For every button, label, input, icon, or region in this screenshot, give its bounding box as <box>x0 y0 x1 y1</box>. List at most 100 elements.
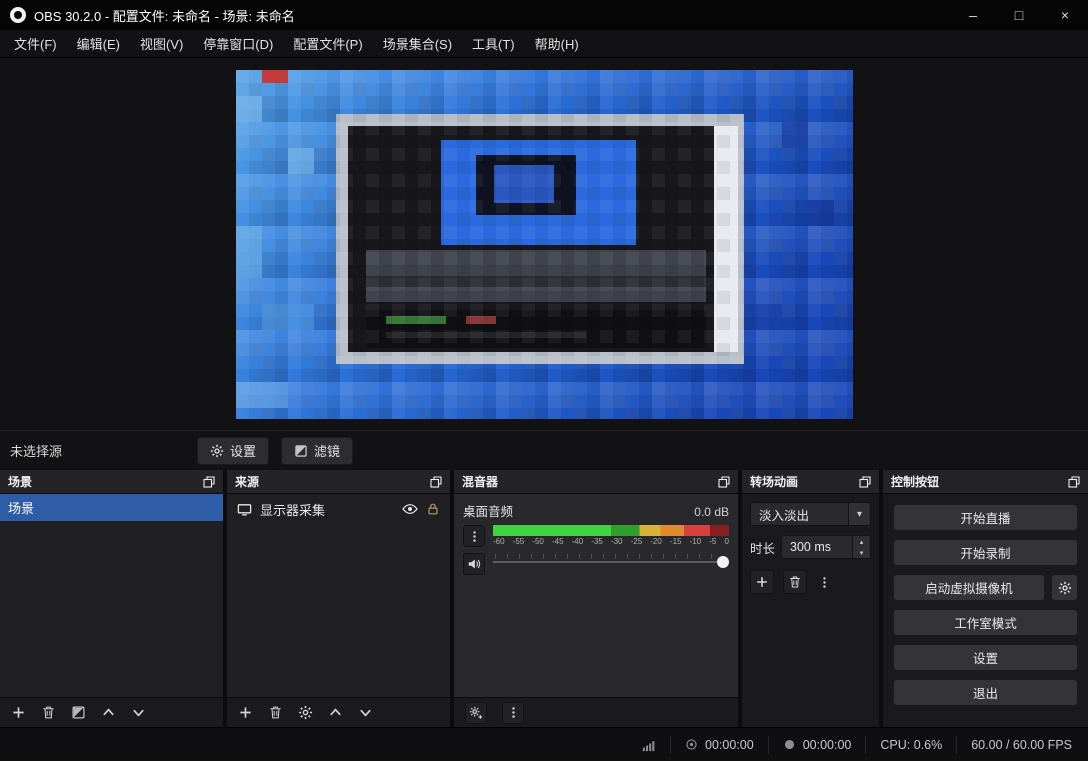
controls-dock-header: 控制按钮 <box>883 470 1088 494</box>
no-source-label: 未选择源 <box>10 441 62 460</box>
titlebar-left: OBS 30.2.0 - 配置文件: 未命名 - 场景: 未命名 <box>0 6 950 25</box>
exit-button[interactable]: 退出 <box>893 679 1078 706</box>
move-scene-up-button[interactable] <box>101 705 116 720</box>
source-properties-button[interactable]: 设置 <box>197 437 269 465</box>
mute-button[interactable] <box>463 553 485 575</box>
scenes-toolbar <box>0 697 223 727</box>
titlebar: OBS 30.2.0 - 配置文件: 未命名 - 场景: 未命名 – □ × <box>0 0 1088 30</box>
sources-dock: 来源 显示器采集 <box>227 470 450 727</box>
scenes-list: 场景 <box>0 494 223 697</box>
volume-fader[interactable] <box>493 553 729 569</box>
duration-increase-button[interactable]: ▴ <box>853 536 870 547</box>
preview-video <box>236 70 853 419</box>
menu-file[interactable]: 文件(F) <box>4 30 67 57</box>
controls-body: 开始直播 开始录制 启动虚拟摄像机 工作室模式 设置 退出 <box>883 494 1088 727</box>
mixer-level-db: 0.0 dB <box>694 505 729 519</box>
transition-properties-button[interactable] <box>816 570 832 594</box>
display-capture-icon <box>237 502 252 517</box>
mixer-channel-config-button[interactable] <box>463 525 485 547</box>
mixer-dock-header: 混音器 <box>454 470 738 494</box>
stream-status-icon <box>685 738 698 751</box>
source-filters-button[interactable]: 滤镜 <box>281 437 353 465</box>
source-properties-gear-button[interactable] <box>298 705 313 720</box>
close-button[interactable]: × <box>1042 0 1088 30</box>
dots-vertical-icon <box>468 530 481 543</box>
transitions-dock-title: 转场动画 <box>750 473 798 490</box>
record-dot-icon <box>783 738 796 751</box>
add-transition-button[interactable] <box>750 570 774 594</box>
transition-select[interactable]: 淡入淡出 ▾ <box>750 502 871 526</box>
advanced-audio-properties-button[interactable] <box>465 702 487 724</box>
duration-spinbox[interactable]: 300 ms ▴ ▾ <box>781 535 871 559</box>
obs-logo-icon <box>10 7 26 23</box>
add-source-button[interactable] <box>238 705 253 720</box>
popout-icon[interactable] <box>430 476 442 488</box>
stream-time: 00:00:00 <box>705 738 754 752</box>
window-title: OBS 30.2.0 - 配置文件: 未命名 - 场景: 未命名 <box>34 6 295 25</box>
gear-icon <box>1058 581 1072 595</box>
popout-icon[interactable] <box>859 476 871 488</box>
menu-tools[interactable]: 工具(T) <box>462 30 525 57</box>
scenes-dock-title: 场景 <box>8 473 32 490</box>
mixer-dock-title: 混音器 <box>462 473 498 490</box>
move-source-down-button[interactable] <box>358 705 373 720</box>
mixer-body: 桌面音频 0.0 dB -60 -55 -50 <box>454 494 738 697</box>
scale-tick: -55 <box>513 538 525 546</box>
chevron-down-icon[interactable]: ▾ <box>848 503 870 525</box>
menu-edit[interactable]: 编辑(E) <box>67 30 130 57</box>
menu-scene-collection[interactable]: 场景集合(S) <box>373 30 462 57</box>
transitions-dock-header: 转场动画 <box>742 470 879 494</box>
transitions-body: 淡入淡出 ▾ 时长 300 ms ▴ ▾ <box>742 494 879 727</box>
lock-icon[interactable] <box>426 502 440 516</box>
visibility-eye-icon[interactable] <box>402 501 418 517</box>
preview-area[interactable] <box>0 58 1088 430</box>
stream-timer: 00:00:00 <box>670 736 768 754</box>
statusbar: 00:00:00 00:00:00 CPU: 0.6% 60.00 / 60.0… <box>0 727 1088 761</box>
popout-icon[interactable] <box>1068 476 1080 488</box>
source-list-item[interactable]: 显示器采集 <box>227 494 450 524</box>
start-streaming-button[interactable]: 开始直播 <box>893 504 1078 531</box>
gear-icon <box>210 444 224 458</box>
scene-filters-button[interactable] <box>71 705 86 720</box>
scale-tick: -35 <box>591 538 603 546</box>
filter-icon <box>294 444 308 458</box>
duration-decrease-button[interactable]: ▾ <box>853 547 870 558</box>
duration-value: 300 ms <box>782 536 852 558</box>
add-scene-button[interactable] <box>11 705 26 720</box>
move-scene-down-button[interactable] <box>131 705 146 720</box>
duration-label: 时长 <box>750 538 775 557</box>
mixer-toolbar <box>454 697 738 727</box>
menu-profile[interactable]: 配置文件(P) <box>283 30 372 57</box>
source-item-label: 显示器采集 <box>260 500 325 519</box>
virtual-camera-config-button[interactable] <box>1051 574 1078 601</box>
controls-dock-title: 控制按钮 <box>891 473 939 490</box>
start-recording-button[interactable]: 开始录制 <box>893 539 1078 566</box>
menu-docks[interactable]: 停靠窗口(D) <box>193 30 283 57</box>
start-virtual-camera-button[interactable]: 启动虚拟摄像机 <box>893 574 1045 601</box>
scene-list-item[interactable]: 场景 <box>0 494 223 521</box>
scenes-dock-header: 场景 <box>0 470 223 494</box>
menubar: 文件(F) 编辑(E) 视图(V) 停靠窗口(D) 配置文件(P) 场景集合(S… <box>0 30 1088 58</box>
scene-item-label: 场景 <box>8 498 34 517</box>
scale-tick: -30 <box>611 538 623 546</box>
menu-view[interactable]: 视图(V) <box>130 30 193 57</box>
popout-icon[interactable] <box>203 476 215 488</box>
remove-transition-button[interactable] <box>783 570 807 594</box>
maximize-button[interactable]: □ <box>996 0 1042 30</box>
settings-button[interactable]: 设置 <box>893 644 1078 671</box>
source-filters-label: 滤镜 <box>314 441 340 460</box>
scale-tick: 0 <box>724 538 728 546</box>
mixer-channel-name: 桌面音频 <box>463 501 513 520</box>
mixer-options-button[interactable] <box>502 702 524 724</box>
menu-help[interactable]: 帮助(H) <box>525 30 589 57</box>
remove-scene-button[interactable] <box>41 705 56 720</box>
scale-tick: -5 <box>709 538 716 546</box>
signal-bars-icon <box>642 738 656 752</box>
remove-source-button[interactable] <box>268 705 283 720</box>
fader-handle[interactable] <box>717 556 729 568</box>
move-source-up-button[interactable] <box>328 705 343 720</box>
minimize-button[interactable]: – <box>950 0 996 30</box>
popout-icon[interactable] <box>718 476 730 488</box>
studio-mode-button[interactable]: 工作室模式 <box>893 609 1078 636</box>
scale-tick: -25 <box>631 538 643 546</box>
